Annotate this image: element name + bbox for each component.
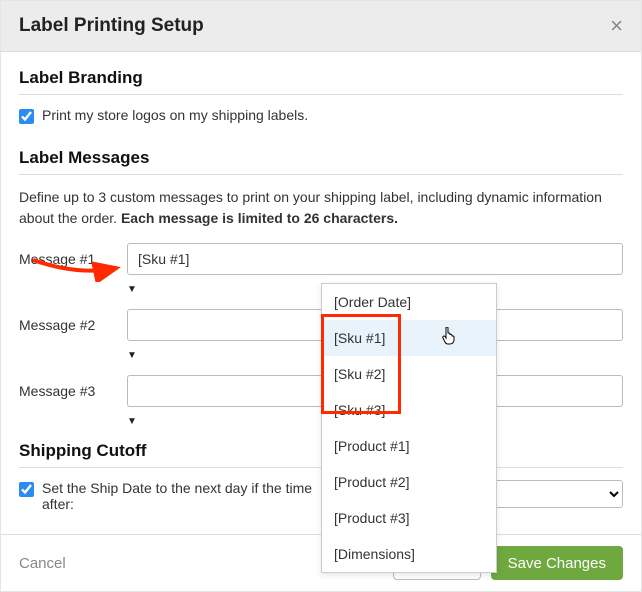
message-1-label: Message #1 (19, 251, 109, 267)
messages-desc-bold: Each message is limited to 26 characters… (121, 210, 398, 226)
dropdown-item-order-date[interactable]: [Order Date] (322, 284, 496, 320)
dropdown-item-product-3[interactable]: [Product #3] (322, 500, 496, 536)
close-icon[interactable]: × (610, 15, 623, 37)
modal-header: Label Printing Setup × (1, 1, 641, 52)
dropdown-item-sku-3[interactable]: [Sku #3] (322, 392, 496, 428)
dropdown-item-sku-2[interactable]: [Sku #2] (322, 356, 496, 392)
divider (19, 174, 623, 175)
print-logos-label: Print my store logos on my shipping labe… (42, 107, 308, 123)
message-row-1: Message #1 (19, 243, 623, 275)
modal-title: Label Printing Setup (19, 15, 204, 37)
branding-checkbox-row: Print my store logos on my shipping labe… (19, 107, 623, 124)
section-heading-branding: Label Branding (19, 68, 623, 88)
chevron-down-icon[interactable]: ▼ (127, 351, 137, 361)
chevron-down-icon[interactable]: ▼ (127, 285, 137, 295)
ship-date-checkbox[interactable] (19, 482, 34, 497)
message-1-input[interactable] (127, 243, 623, 275)
dropdown-item-product-2[interactable]: [Product #2] (322, 464, 496, 500)
message-3-label: Message #3 (19, 383, 109, 399)
ship-date-label: Set the Ship Date to the next day if the… (42, 480, 325, 512)
messages-description: Define up to 3 custom messages to print … (19, 187, 623, 229)
cancel-button[interactable]: Cancel (19, 555, 66, 572)
dropdown-item-sku-1[interactable]: [Sku #1] (322, 320, 496, 356)
label-printing-setup-modal: Label Printing Setup × Label Branding Pr… (0, 0, 642, 592)
message-token-dropdown: [Order Date] [Sku #1] [Sku #2] [Sku #3] … (321, 283, 497, 573)
dropdown-item-dimensions[interactable]: [Dimensions] (322, 536, 496, 572)
dropdown-item-product-1[interactable]: [Product #1] (322, 428, 496, 464)
message-2-label: Message #2 (19, 317, 109, 333)
divider (19, 94, 623, 95)
print-logos-checkbox[interactable] (19, 109, 34, 124)
save-changes-button[interactable]: Save Changes (491, 546, 623, 580)
section-heading-messages: Label Messages (19, 148, 623, 168)
chevron-down-icon[interactable]: ▼ (127, 417, 137, 427)
